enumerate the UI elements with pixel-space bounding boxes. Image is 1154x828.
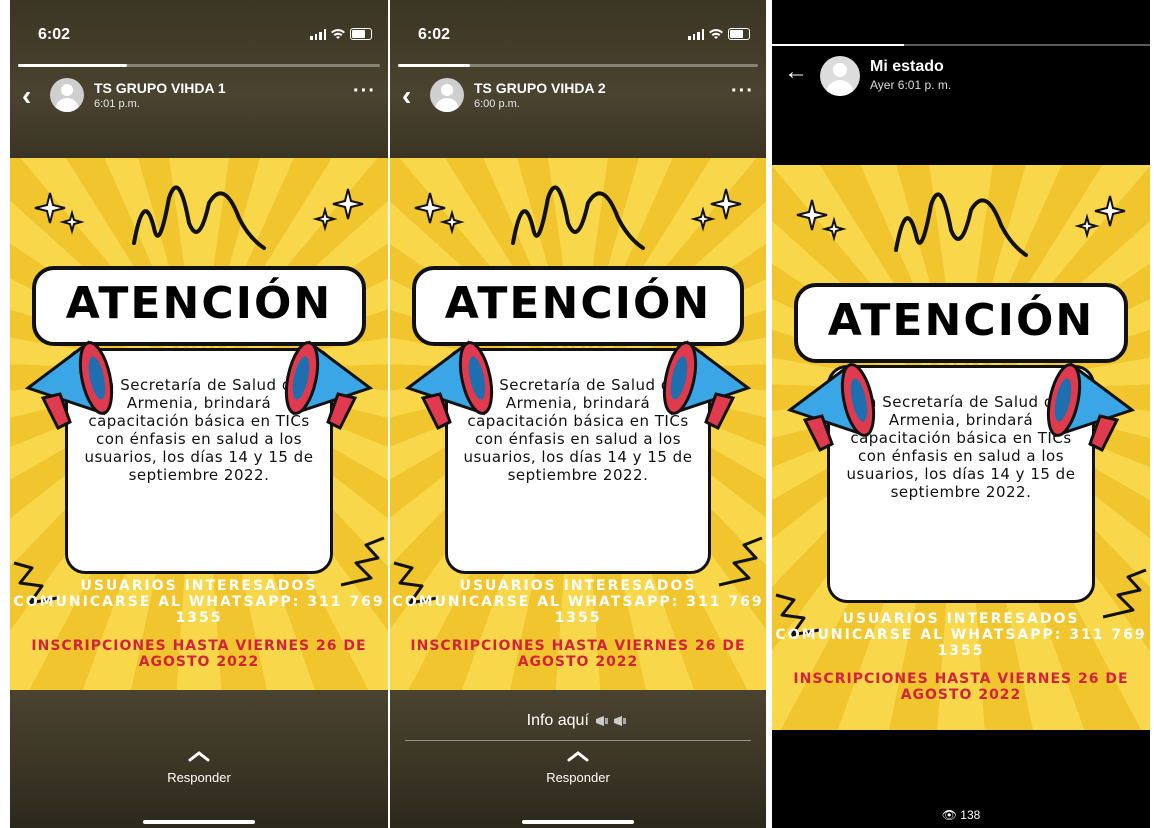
home-indicator[interactable] bbox=[143, 820, 255, 824]
megaphone-emoji-icon bbox=[614, 715, 627, 726]
eye-icon: 👁 bbox=[941, 808, 957, 822]
contact-info-text: USUARIOS INTERESADOS COMUNICARSE AL WHAT… bbox=[13, 578, 385, 626]
more-options-icon[interactable]: ··· bbox=[731, 80, 754, 103]
registration-deadline-text: INSCRIPCIONES HASTA VIERNES 26 DE AGOSTO… bbox=[31, 638, 367, 670]
status-time: 6:02 bbox=[418, 26, 451, 43]
back-chevron-icon[interactable]: ‹ bbox=[22, 82, 31, 110]
avatar[interactable] bbox=[430, 78, 464, 112]
contact-info-text: USUARIOS INTERESADOS COMUNICARSE AL WHAT… bbox=[392, 578, 764, 626]
story-header: ← Mi estado Ayer 6:01 p. m. bbox=[772, 52, 1150, 102]
battery-icon bbox=[728, 28, 750, 40]
chevron-up-icon[interactable] bbox=[567, 750, 589, 762]
views-count: 138 bbox=[960, 808, 981, 822]
megaphone-icon bbox=[284, 340, 374, 431]
system-icons bbox=[688, 28, 750, 40]
sparkle-icon bbox=[796, 199, 847, 242]
wifi-icon bbox=[709, 28, 723, 39]
contact-time: 6:00 p.m. bbox=[474, 98, 520, 110]
story-progress-fill bbox=[398, 64, 470, 67]
story-progress-bar bbox=[772, 44, 1150, 46]
megaphone-emoji-icon bbox=[596, 715, 609, 726]
registration-deadline-text: INSCRIPCIONES HASTA VIERNES 26 DE AGOSTO… bbox=[410, 638, 746, 670]
sparkle-icon bbox=[34, 192, 85, 235]
registration-deadline-text: INSCRIPCIONES HASTA VIERNES 26 DE AGOSTO… bbox=[793, 671, 1129, 703]
megaphone-icon bbox=[1046, 362, 1136, 453]
signal-icon bbox=[310, 28, 326, 40]
story-progress-fill bbox=[772, 44, 905, 46]
megaphone-icon bbox=[404, 340, 494, 431]
story-viewer-2: 6:02 ‹ TS GRUPO VIHDA 2 6:00 p.m. ··· AT… bbox=[390, 0, 766, 828]
wifi-icon bbox=[331, 28, 345, 39]
status-image[interactable]: ATENCIÓN La Secretaría de Salud de Armen… bbox=[10, 158, 388, 690]
views-counter[interactable]: 👁 138 bbox=[772, 808, 1150, 822]
megaphone-icon bbox=[786, 362, 876, 453]
contact-name[interactable]: TS GRUPO VIHDA 2 bbox=[474, 80, 606, 96]
contact-info-text: USUARIOS INTERESADOS COMUNICARSE AL WHAT… bbox=[775, 611, 1147, 659]
home-indicator[interactable] bbox=[522, 820, 634, 824]
status-time: 6:02 bbox=[38, 26, 71, 43]
status-caption: Info aquí bbox=[390, 712, 766, 730]
story-viewer-3: ← Mi estado Ayer 6:01 p. m. ATENCIÓN La … bbox=[772, 0, 1150, 828]
status-image[interactable]: ATENCIÓN La Secretaría de Salud de Armen… bbox=[772, 165, 1150, 730]
story-header: ‹ TS GRUPO VIHDA 1 6:01 p.m. ··· bbox=[10, 76, 388, 120]
squiggle-decoration-icon bbox=[894, 192, 1028, 257]
contact-time: 6:01 p.m. bbox=[94, 98, 140, 110]
status-bar: 6:02 bbox=[10, 18, 388, 48]
back-chevron-icon[interactable]: ‹ bbox=[402, 82, 411, 110]
more-options-icon[interactable]: ··· bbox=[353, 80, 376, 103]
sparkle-icon bbox=[312, 188, 364, 232]
poster-heading: ATENCIÓN bbox=[827, 295, 1095, 346]
sparkle-icon bbox=[1074, 195, 1126, 239]
contact-name[interactable]: Mi estado bbox=[870, 58, 944, 76]
sparkle-icon bbox=[690, 188, 742, 232]
story-progress-fill bbox=[18, 64, 127, 67]
reply-button[interactable]: Responder bbox=[10, 770, 388, 785]
avatar[interactable] bbox=[820, 56, 860, 96]
system-icons bbox=[310, 28, 372, 40]
story-progress-bar bbox=[398, 64, 758, 67]
signal-icon bbox=[688, 28, 704, 40]
squiggle-decoration-icon bbox=[132, 185, 266, 250]
sparkle-icon bbox=[414, 192, 465, 235]
caption-divider bbox=[405, 740, 751, 741]
squiggle-decoration-icon bbox=[511, 185, 645, 250]
status-image[interactable]: ATENCIÓN La Secretaría de Salud de Armen… bbox=[390, 158, 766, 690]
story-viewer-1: 6:02 ‹ TS GRUPO VIHDA 1 6:01 p.m. ··· AT… bbox=[10, 0, 388, 828]
contact-name[interactable]: TS GRUPO VIHDA 1 bbox=[94, 80, 226, 96]
avatar[interactable] bbox=[50, 78, 84, 112]
story-header: ‹ TS GRUPO VIHDA 2 6:00 p.m. ··· bbox=[390, 76, 766, 120]
contact-time: Ayer 6:01 p. m. bbox=[870, 78, 952, 92]
battery-icon bbox=[350, 28, 372, 40]
chevron-up-icon[interactable] bbox=[188, 750, 210, 762]
story-top-bar: 6:02 ‹ TS GRUPO VIHDA 1 6:01 p.m. ··· bbox=[10, 0, 388, 158]
reply-button[interactable]: Responder bbox=[390, 770, 766, 785]
megaphone-icon bbox=[24, 340, 114, 431]
status-bar: 6:02 bbox=[390, 18, 766, 48]
story-top-bar: 6:02 ‹ TS GRUPO VIHDA 2 6:00 p.m. ··· bbox=[390, 0, 766, 158]
megaphone-icon bbox=[662, 340, 752, 431]
caption-text: Info aquí bbox=[526, 712, 589, 729]
story-progress-bar bbox=[18, 64, 380, 67]
back-arrow-icon[interactable]: ← bbox=[784, 58, 808, 86]
